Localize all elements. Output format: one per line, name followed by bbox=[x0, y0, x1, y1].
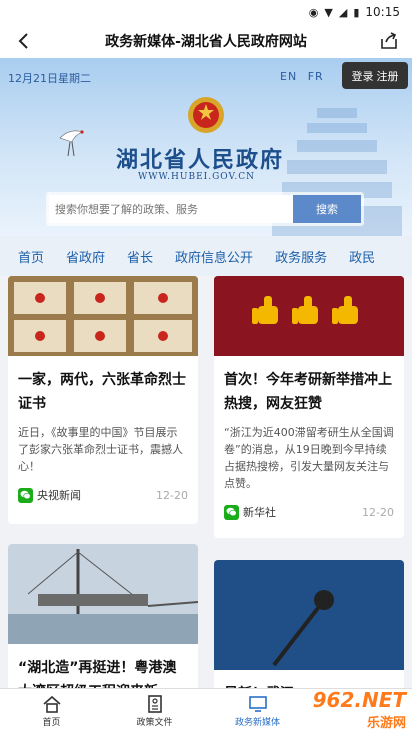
home-icon bbox=[42, 695, 61, 713]
hero-banner: 12月21日星期二 EN FR 登录 注册 湖北省人民政府 WWW.HUBEI.… bbox=[0, 58, 412, 236]
hero-date: 12月21日星期二 bbox=[8, 72, 91, 85]
bottom-nav-policy[interactable]: 政策文件 bbox=[103, 689, 206, 734]
site-name: 湖北省人民政府 bbox=[116, 147, 285, 173]
bridge-construction-image bbox=[8, 544, 198, 644]
document-icon bbox=[147, 695, 162, 713]
news-card[interactable]: 最新！武汉 bbox=[214, 560, 404, 690]
tab-provincial-government[interactable]: 省政府 bbox=[66, 247, 105, 266]
crane-icon bbox=[59, 130, 84, 157]
news-card-source: 央视新闻 bbox=[18, 487, 81, 503]
news-card-headline: 首次！今年考研新举措冲上热搜，网友狂赞 bbox=[224, 372, 392, 412]
lang-fr-link[interactable]: FR bbox=[308, 70, 324, 83]
news-feed: 一家，两代，六张革命烈士证书 近日，《故事里的中国》节目展示了彭家六张革命烈士证… bbox=[0, 276, 412, 690]
signal-icon: ◢ bbox=[338, 5, 348, 19]
news-card-meta: 央视新闻 12-20 bbox=[8, 475, 198, 503]
news-card-headline: 一家，两代，六张革命烈士证书 bbox=[18, 372, 186, 412]
status-time: 10:15 bbox=[365, 5, 400, 19]
certificates-image bbox=[8, 276, 198, 356]
watermark-brand: 962.NET bbox=[312, 688, 406, 712]
national-emblem-icon bbox=[188, 97, 224, 133]
monitor-icon bbox=[248, 696, 267, 712]
news-card-image bbox=[214, 276, 404, 356]
location-icon: ◉ bbox=[308, 5, 319, 19]
news-card-image bbox=[214, 560, 404, 670]
battery-icon: ▮ bbox=[353, 5, 360, 19]
tab-government-citizen[interactable]: 政民 bbox=[349, 247, 375, 266]
search-bar: 搜索 bbox=[46, 192, 364, 226]
share-icon bbox=[381, 32, 397, 49]
news-card-headline: “湖北造”再挺进！粤港澳大湾区超级工程迎来新 bbox=[18, 660, 177, 690]
status-bar: ◉ ▼ ◢ ▮ 10:15 bbox=[0, 0, 412, 24]
category-tabs: 首页 省政府 省长 政府信息公开 政务服务 政民 bbox=[0, 236, 412, 276]
login-register-button[interactable]: 登录 注册 bbox=[342, 62, 408, 89]
tab-government-services[interactable]: 政务服务 bbox=[275, 247, 327, 266]
search-button[interactable]: 搜索 bbox=[293, 195, 361, 223]
news-card-meta: 新华社 12-20 bbox=[214, 492, 404, 520]
bottom-nav-home[interactable]: 首页 bbox=[0, 689, 103, 734]
tab-home[interactable]: 首页 bbox=[18, 247, 44, 266]
wechat-icon bbox=[18, 487, 33, 503]
wifi-icon: ▼ bbox=[324, 5, 333, 19]
news-card-image bbox=[8, 276, 198, 356]
back-button[interactable] bbox=[12, 30, 34, 52]
news-card-summary: “浙江为近400滞留考研生从全国调卷”的消息，从19日晚到今早持续占据热搜榜，引… bbox=[224, 426, 394, 490]
news-card-date: 12-20 bbox=[156, 488, 188, 502]
tab-governor[interactable]: 省长 bbox=[127, 247, 153, 266]
site-url: WWW.HUBEI.GOV.CN bbox=[138, 172, 256, 182]
thumbs-up-image bbox=[214, 276, 404, 356]
share-button[interactable] bbox=[378, 30, 400, 52]
watermark-sub: 乐游网 bbox=[366, 716, 406, 731]
bottom-nav-new-media-label: 政务新媒体 bbox=[234, 718, 280, 728]
bottom-nav-home-label: 首页 bbox=[42, 718, 61, 728]
news-card-date: 12-20 bbox=[362, 505, 394, 519]
page-title: 政务新媒体-湖北省人民政府网站 bbox=[105, 34, 307, 50]
news-card-headline: 最新！武汉 bbox=[214, 670, 404, 690]
microphone-image bbox=[214, 560, 404, 670]
news-card-source-name: 央视新闻 bbox=[37, 489, 81, 502]
tab-info-disclosure[interactable]: 政府信息公开 bbox=[175, 247, 253, 266]
register-label[interactable]: 注册 bbox=[377, 68, 399, 84]
news-card[interactable]: “湖北造”再挺进！粤港澳大湾区超级工程迎来新 bbox=[8, 544, 198, 690]
news-card-summary: 近日，《故事里的中国》节目展示了彭家六张革命烈士证书，震撼人心！ bbox=[18, 426, 183, 473]
bottom-nav-policy-label: 政策文件 bbox=[136, 718, 173, 728]
login-label[interactable]: 登录 bbox=[352, 68, 374, 84]
search-input[interactable] bbox=[49, 195, 293, 223]
language-switch: EN FR bbox=[280, 70, 330, 83]
news-card-image bbox=[8, 544, 198, 644]
chevron-left-icon bbox=[18, 33, 28, 49]
wechat-icon bbox=[224, 504, 239, 520]
bottom-nav-new-media[interactable]: 政务新媒体 bbox=[206, 689, 309, 734]
news-card[interactable]: 一家，两代，六张革命烈士证书 近日，《故事里的中国》节目展示了彭家六张革命烈士证… bbox=[8, 276, 198, 524]
lang-en-link[interactable]: EN bbox=[280, 70, 297, 83]
title-bar: 政务新媒体-湖北省人民政府网站 bbox=[0, 24, 412, 58]
news-card-source-name: 新华社 bbox=[243, 506, 276, 519]
news-card[interactable]: 首次！今年考研新举措冲上热搜，网友狂赞 “浙江为近400滞留考研生从全国调卷”的… bbox=[214, 276, 404, 538]
watermark-logo: 962.NET 乐游网 bbox=[313, 688, 406, 731]
news-card-source: 新华社 bbox=[224, 504, 276, 520]
